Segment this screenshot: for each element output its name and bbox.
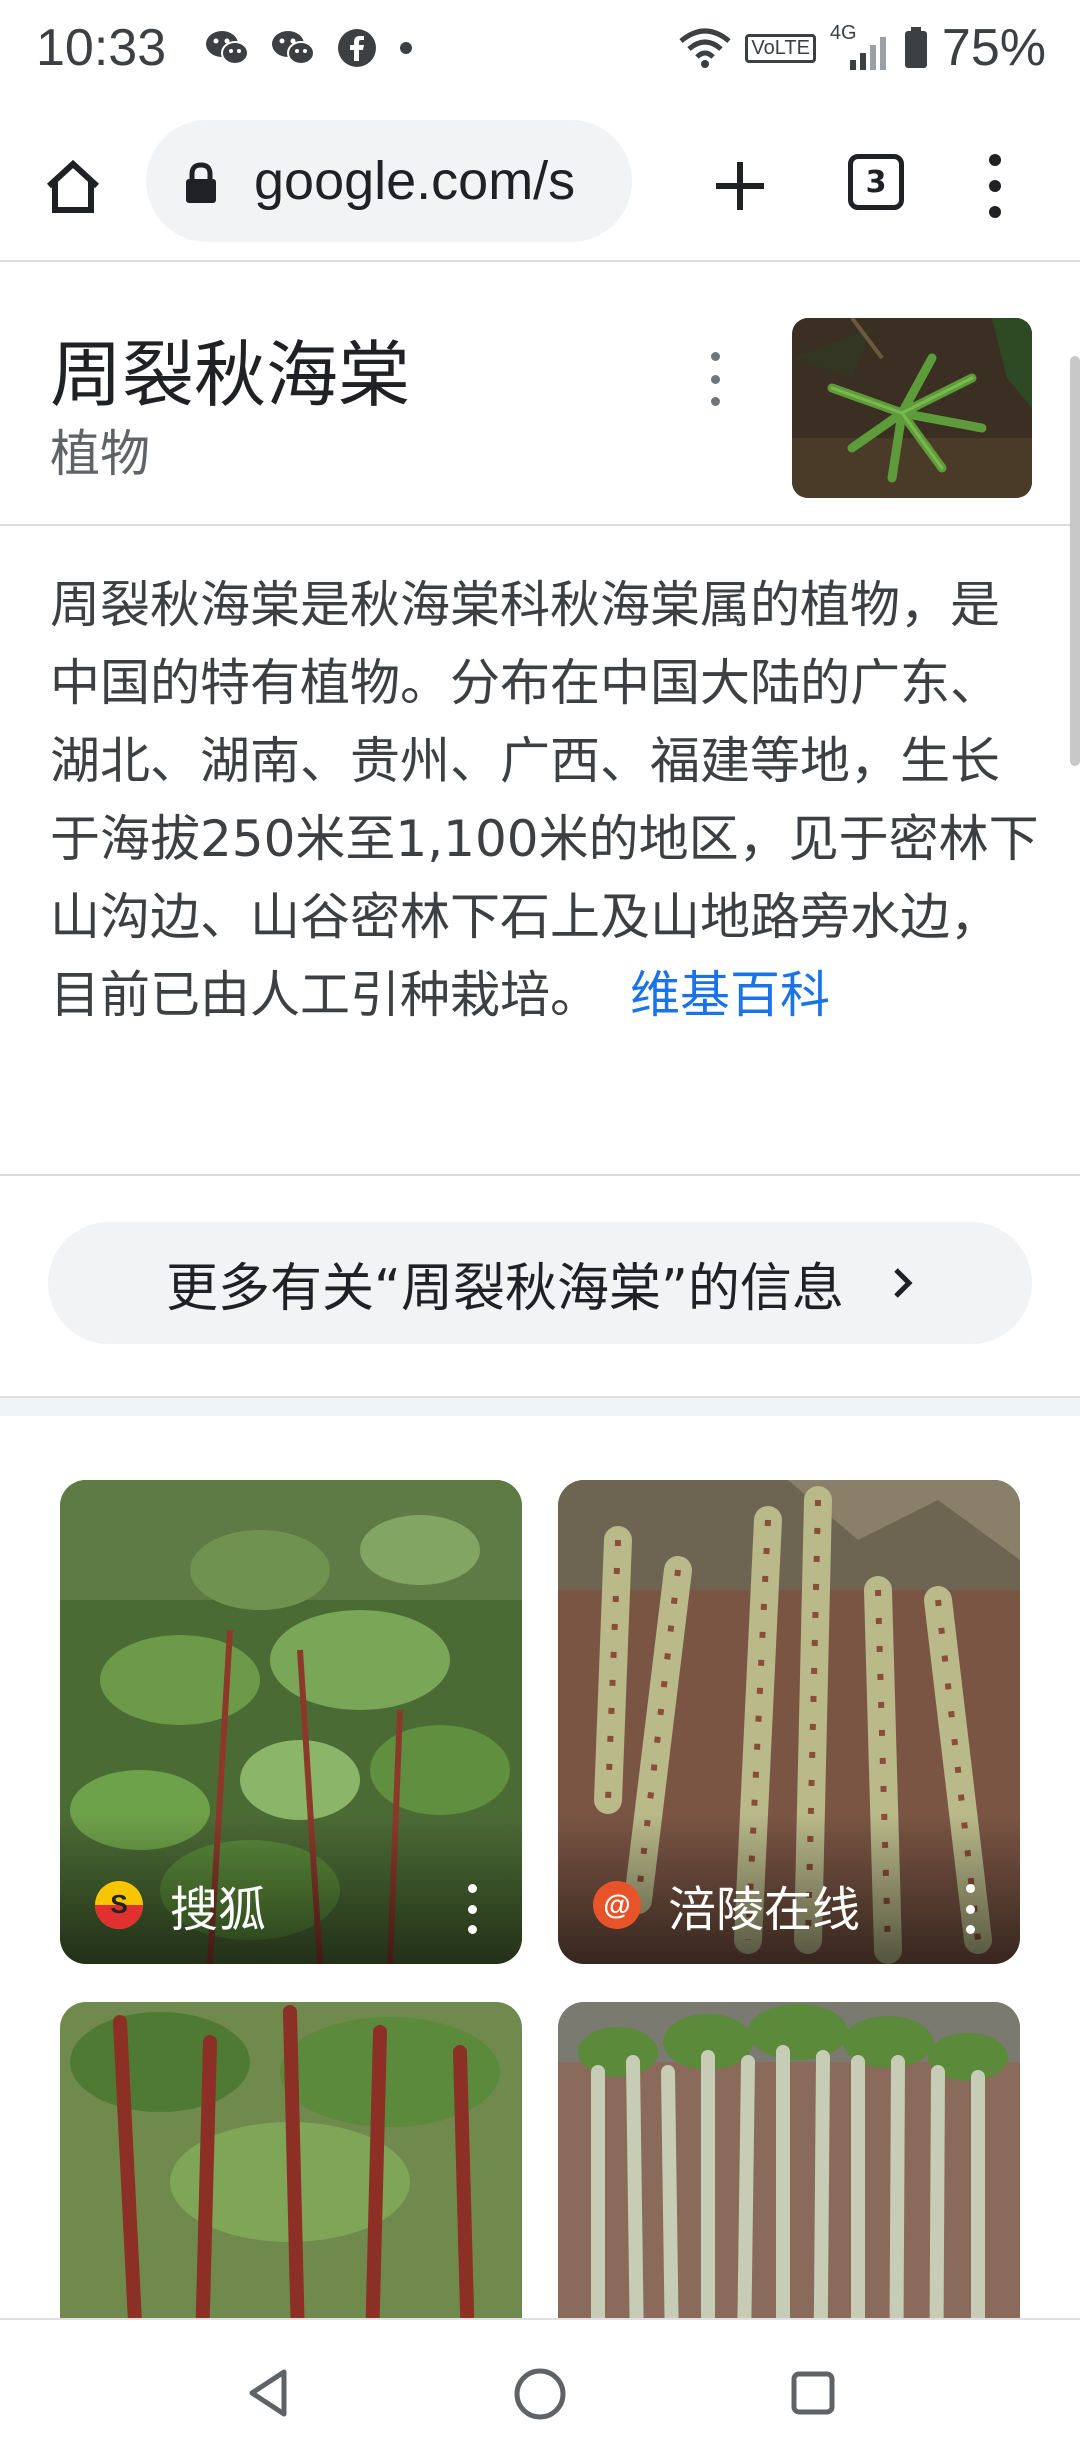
dot-icon	[965, 1925, 975, 1934]
system-nav-bar	[0, 2318, 1080, 2460]
chevron-right-icon	[894, 1268, 913, 1298]
dot-icon	[989, 206, 1001, 218]
facebook-icon	[338, 29, 376, 67]
status-indicators: VoLTE 4G 75%	[679, 18, 1046, 78]
image-more-button[interactable]	[462, 1884, 482, 1934]
dot-icon	[965, 1904, 975, 1914]
volte-badge: VoLTE	[745, 33, 816, 63]
lock-icon	[186, 162, 216, 203]
description-text: 周裂秋海棠是秋海棠科秋海棠属的植物，是中国的特有植物。分布在中国大陆的广东、湖北…	[50, 576, 1039, 1024]
home-icon	[46, 159, 100, 213]
entity-more-button[interactable]	[700, 344, 730, 414]
battery-percent: 75%	[941, 19, 1046, 77]
url-bar[interactable]: google.com/s	[146, 120, 632, 242]
image-result-card[interactable]: S 搜狐	[60, 1480, 522, 1964]
divider	[0, 1174, 1080, 1176]
entity-title: 周裂秋海棠	[50, 333, 411, 417]
dot-icon	[710, 352, 720, 361]
more-info-button[interactable]: 更多有关“周裂秋海棠”的信息	[48, 1222, 1032, 1344]
dot-icon	[400, 42, 412, 54]
image-source-label: 搜狐	[170, 1882, 267, 1938]
status-time: 10:33	[36, 19, 167, 77]
svg-text:@: @	[603, 1889, 630, 1920]
dot-icon	[989, 180, 1001, 192]
notification-icons	[205, 28, 413, 68]
signal-strength: 4G	[830, 22, 890, 70]
back-icon[interactable]	[244, 2368, 294, 2418]
fuling-icon: @	[593, 1881, 641, 1929]
recents-icon[interactable]	[788, 2368, 838, 2418]
plus-icon	[716, 162, 764, 210]
sohu-icon: S	[95, 1881, 143, 1929]
status-bar: 10:33 VoLTE 4G 75%	[0, 0, 1080, 100]
image-source: @ 涪陵在线	[592, 1870, 860, 1940]
dot-icon	[965, 1884, 975, 1893]
wikipedia-link[interactable]: 维基百科	[630, 966, 830, 1024]
dot-icon	[710, 397, 720, 406]
dot-icon	[467, 1925, 477, 1934]
home-nav-icon[interactable]	[512, 2366, 568, 2422]
wechat-icon	[206, 31, 249, 65]
scrollbar[interactable]	[1070, 356, 1080, 766]
battery-icon	[904, 27, 927, 68]
dot-icon	[467, 1884, 477, 1893]
image-more-button[interactable]	[960, 1884, 980, 1934]
browser-page: 10:33 VoLTE 4G 75% google.com/s 3 周裂秋海棠 …	[0, 0, 1080, 2460]
dot-icon	[989, 154, 1001, 166]
entity-description: 周裂秋海棠是秋海棠科秋海棠属的植物，是中国的特有植物。分布在中国大陆的广东、湖北…	[50, 566, 1040, 1034]
image-result-card[interactable]: @ 涪陵在线	[558, 1480, 1020, 1964]
wifi-icon	[679, 28, 731, 68]
more-info-label: 更多有关“周裂秋海棠”的信息	[166, 1258, 844, 1319]
dot-icon	[467, 1904, 477, 1914]
overflow-menu-button[interactable]	[970, 146, 1020, 226]
plant-thumbnail-image	[792, 318, 1032, 498]
entity-thumbnail[interactable]	[792, 318, 1032, 498]
image-source-label: 涪陵在线	[668, 1882, 861, 1938]
svg-text:S: S	[110, 1889, 127, 1919]
home-button[interactable]	[34, 148, 112, 226]
wechat-icon	[272, 31, 315, 65]
browser-toolbar: google.com/s 3	[0, 100, 1080, 262]
url-text: google.com/s	[254, 151, 576, 211]
signal-icon	[849, 37, 886, 70]
tab-switcher-button[interactable]: 3	[848, 154, 904, 210]
knowledge-panel-header: 周裂秋海棠 植物	[0, 264, 1080, 526]
section-separator	[0, 1396, 1080, 1416]
entity-subtitle: 植物	[50, 425, 150, 483]
new-tab-button[interactable]	[700, 146, 780, 226]
image-source: S 搜狐	[94, 1870, 266, 1940]
dot-icon	[710, 374, 720, 384]
